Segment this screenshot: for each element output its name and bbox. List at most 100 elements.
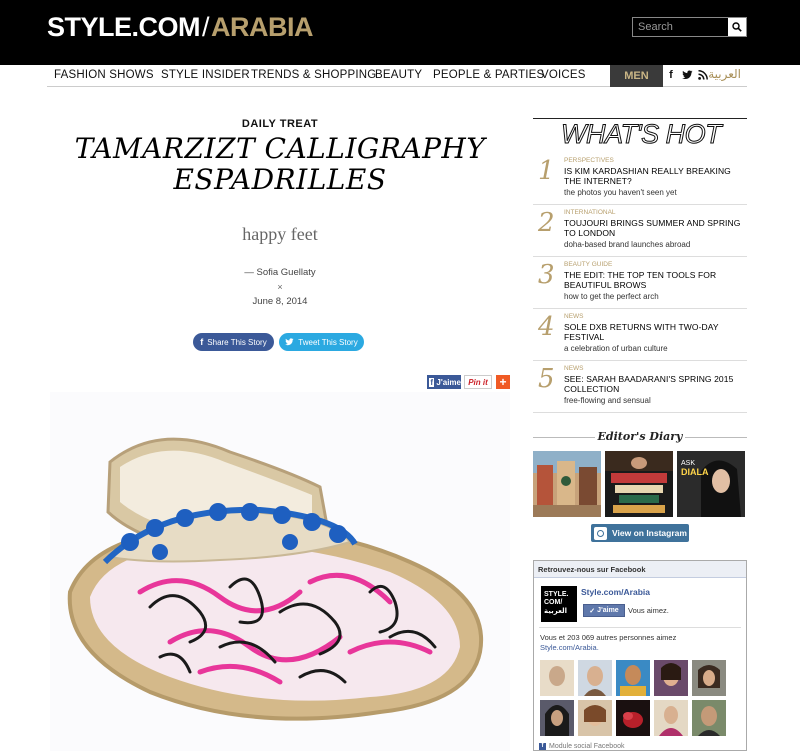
fan-avatar[interactable] — [578, 660, 612, 696]
facebook-like-box: Retrouvez-nous sur Facebook STYLE. COM/ … — [533, 560, 747, 751]
whats-hot-headline[interactable]: THE EDIT: THE TOP TEN TOOLS FOR BEAUTIFU… — [564, 270, 744, 290]
nav-style-insider[interactable]: STYLE INSIDER — [161, 69, 250, 81]
view-on-instagram-button[interactable]: View on Instagram — [591, 524, 689, 542]
share-twitter-button[interactable]: Tweet This Story — [279, 333, 364, 351]
fan-avatar[interactable] — [692, 700, 726, 736]
nav-voices[interactable]: VOICES — [541, 69, 586, 81]
fan-avatar[interactable] — [578, 700, 612, 736]
like-button-label: J'aime — [597, 607, 619, 614]
nav-trends-shopping[interactable]: TRENDS & SHOPPING — [251, 69, 376, 81]
whats-hot-item[interactable]: 3 BEAUTY GUIDE THE EDIT: THE TOP TEN TOO… — [533, 257, 747, 309]
facebook-footer: f Module social Facebook — [539, 743, 625, 750]
share-facebook-label: Share This Story — [207, 337, 267, 347]
headline-line-1: TAMARZIZT CALLIGRAPHY — [74, 132, 486, 165]
whats-hot-number: 3 — [538, 260, 555, 290]
logo-text-style: STYLE.COM — [47, 12, 201, 42]
like-label: J'aime — [436, 377, 461, 387]
share-facebook-button[interactable]: f Share This Story — [193, 333, 274, 351]
search-button[interactable] — [728, 18, 746, 36]
article-kicker: DAILY TREAT — [241, 118, 319, 130]
logo-line: COM/ — [544, 599, 563, 606]
whats-hot-category: NEWS — [564, 365, 584, 372]
diary-photo-cover[interactable]: ASK DIALA — [677, 451, 745, 517]
fan-avatar[interactable] — [540, 700, 574, 736]
share-more-button[interactable]: + — [496, 375, 510, 389]
article-byline[interactable]: — Sofia Guellaty — [50, 267, 510, 278]
site-logo[interactable]: STYLE.COM/ARABIA — [47, 12, 314, 43]
instagram-button-label: View on Instagram — [612, 528, 687, 538]
whats-hot-subtitle: the photos you haven't seen yet — [564, 188, 677, 197]
facebook-icon: f — [539, 743, 546, 750]
whats-hot-category: INTERNATIONAL — [564, 209, 616, 216]
share-twitter-label: Tweet This Story — [298, 337, 358, 347]
whats-hot-number: 5 — [538, 364, 555, 394]
whats-hot-item[interactable]: 2 INTERNATIONAL TOUJOURI BRINGS SUMMER A… — [533, 205, 747, 257]
whats-hot-number: 2 — [538, 208, 555, 238]
top-header: STYLE.COM/ARABIA — [0, 0, 800, 65]
diary-photo-magazine[interactable] — [605, 451, 673, 517]
byline-separator: × — [277, 282, 283, 292]
fans-page-link[interactable]: Style.com/Arabia. — [540, 643, 599, 652]
divider — [685, 437, 747, 438]
pinterest-button[interactable]: Pin it — [464, 375, 492, 389]
facebook-footer-text: Module social Facebook — [549, 743, 625, 750]
whats-hot-category: NEWS — [564, 313, 584, 320]
check-icon: ✓ — [589, 607, 596, 615]
logo-line: STYLE. — [544, 591, 569, 598]
search-input[interactable] — [633, 18, 729, 36]
nav-people-parties[interactable]: PEOPLE & PARTIES — [433, 69, 544, 81]
facebook-icon: f — [200, 337, 204, 347]
logo-line: العربية — [544, 607, 568, 615]
fan-avatar[interactable] — [540, 660, 574, 696]
nav-beauty[interactable]: BEAUTY — [375, 69, 422, 81]
whats-hot-title: WHAT'S HOT — [560, 119, 722, 150]
whats-hot-header: WHAT'S HOT — [533, 118, 747, 150]
whats-hot-headline[interactable]: TOUJOURI BRINGS SUMMER AND SPRING TO LON… — [564, 218, 744, 238]
whats-hot-number: 4 — [538, 312, 555, 342]
svg-text:DIALA: DIALA — [681, 467, 709, 477]
whats-hot-headline[interactable]: IS KIM KARDASHIAN REALLY BREAKING THE IN… — [564, 166, 744, 186]
whats-hot-item[interactable]: 4 NEWS SOLE DXB RETURNS WITH TWO-DAY FES… — [533, 309, 747, 361]
whats-hot-subtitle: a celebration of urban culture — [564, 344, 668, 353]
whats-hot-item[interactable]: 1 PERSPECTIVES IS KIM KARDASHIAN REALLY … — [533, 153, 747, 205]
whats-hot-headline[interactable]: SOLE DXB RETURNS WITH TWO-DAY FESTIVAL — [564, 322, 744, 342]
headline-line-2: ESPADRILLES — [173, 163, 387, 196]
whats-hot-subtitle: how to get the perfect arch — [564, 292, 659, 301]
whats-hot-item[interactable]: 5 NEWS SEE: SARAH BAADARANI'S SPRING 201… — [533, 361, 747, 413]
facebook-page-link[interactable]: Style.com/Arabia — [581, 587, 650, 597]
twitter-icon[interactable] — [681, 68, 693, 82]
facebook-page-logo[interactable]: STYLE. COM/ العربية — [541, 586, 577, 622]
whats-hot-category: BEAUTY GUIDE — [564, 261, 613, 268]
diary-photo-market[interactable] — [533, 451, 601, 517]
article-date: June 8, 2014 — [252, 296, 308, 307]
fans-count-text: Vous et 203 069 autres personnes aimez — [540, 633, 677, 642]
fan-avatar[interactable] — [692, 660, 726, 696]
fan-avatar[interactable] — [654, 660, 688, 696]
whats-hot-number: 1 — [538, 156, 555, 186]
facebook-like-button[interactable]: f J'aime — [427, 375, 461, 389]
fan-avatar[interactable] — [616, 700, 650, 736]
search-box — [632, 17, 747, 37]
espadrilles-photo — [50, 392, 510, 751]
article-subhead: happy feet — [242, 224, 318, 244]
facebook-page-like-button[interactable]: ✓ J'aime — [583, 604, 625, 617]
fan-avatar[interactable] — [654, 700, 688, 736]
svg-text:ASK: ASK — [681, 460, 695, 467]
nav-arabic-link[interactable]: العربية — [708, 67, 741, 81]
fan-avatar[interactable] — [616, 660, 650, 696]
nav-fashion-shows[interactable]: FASHION SHOWS — [54, 69, 154, 81]
main-nav: FASHION SHOWS STYLE INSIDER TRENDS & SHO… — [47, 65, 747, 87]
whats-hot-headline[interactable]: SEE: SARAH BAADARANI'S SPRING 2015 COLLE… — [564, 374, 744, 394]
rss-icon[interactable] — [697, 68, 709, 82]
whats-hot-list: 1 PERSPECTIVES IS KIM KARDASHIAN REALLY … — [533, 153, 747, 413]
social-links: f — [665, 68, 709, 82]
facebook-icon[interactable]: f — [665, 68, 677, 82]
whats-hot-subtitle: doha-based brand launches abroad — [564, 240, 691, 249]
facebook-box-title: Retrouvez-nous sur Facebook — [534, 561, 746, 578]
facebook-icon: f — [429, 377, 435, 387]
twitter-icon — [285, 338, 294, 346]
divider — [539, 627, 741, 628]
logo-text-arabia: ARABIA — [211, 12, 314, 42]
nav-men-tab[interactable]: MEN — [610, 65, 663, 87]
search-icon — [732, 22, 742, 32]
